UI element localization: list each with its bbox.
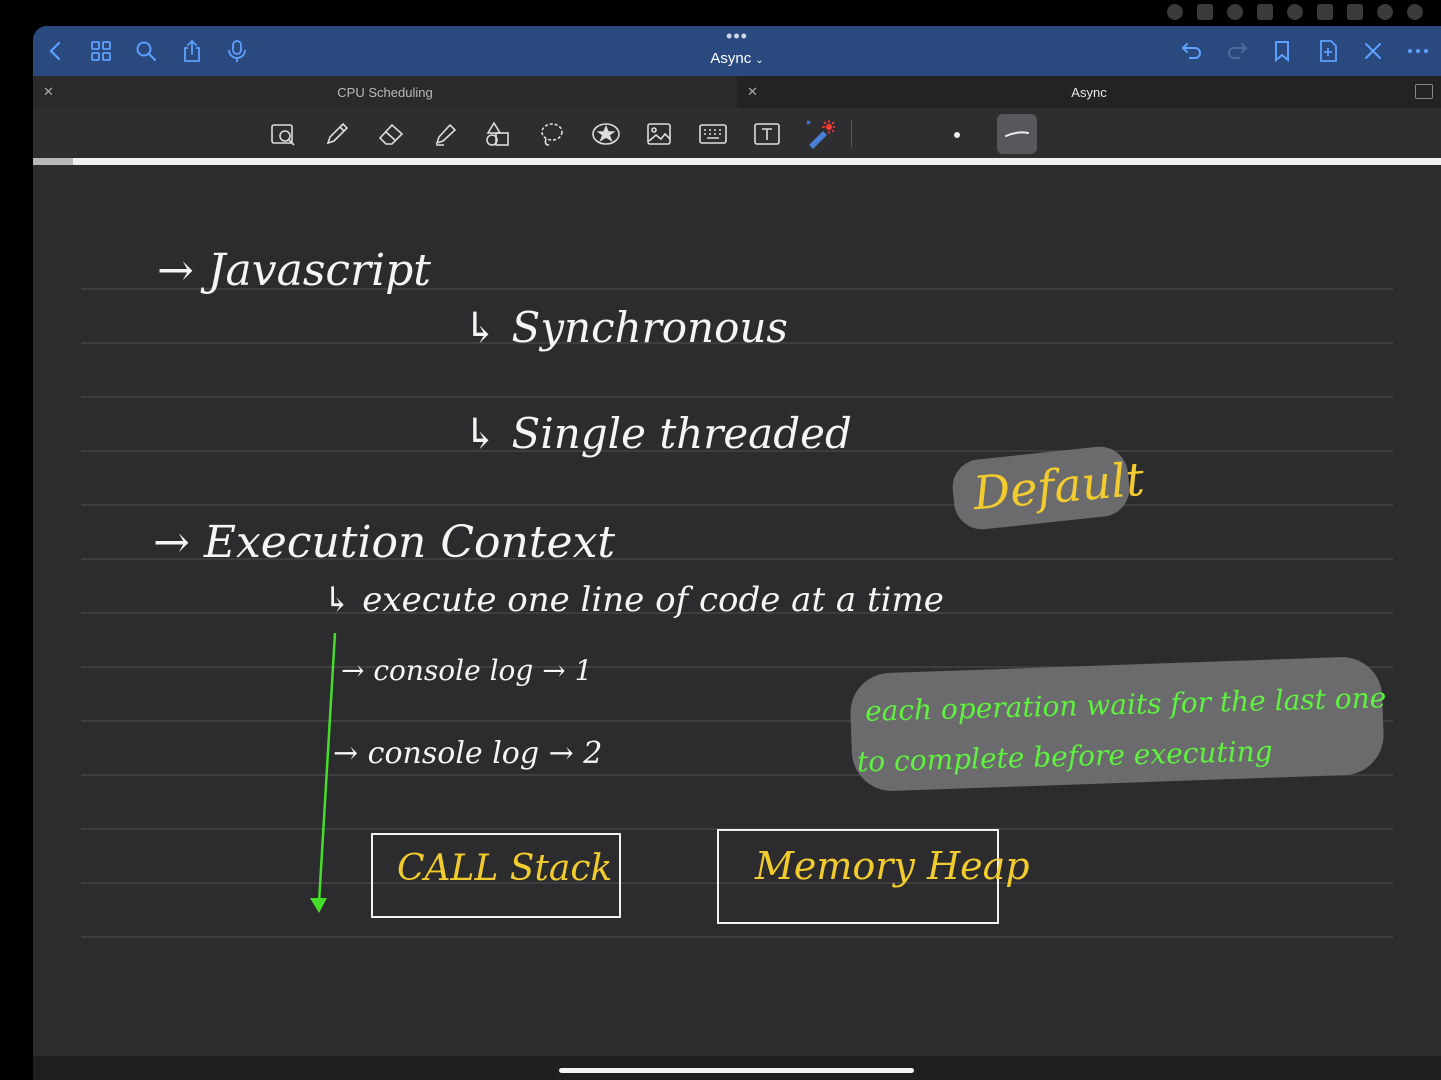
- status-icon: [1407, 4, 1423, 20]
- sticker-icon[interactable]: [591, 119, 621, 149]
- tab-close-icon[interactable]: ✕: [43, 84, 54, 100]
- tab-async[interactable]: ✕ Async: [737, 76, 1441, 108]
- pen-icon[interactable]: [322, 119, 352, 149]
- call-stack-label: CALL Stack: [397, 848, 613, 889]
- status-icon: [1227, 4, 1243, 20]
- note-default-label: Default: [970, 451, 1147, 521]
- tab-cpu-scheduling[interactable]: ✕ CPU Scheduling: [33, 76, 737, 108]
- note-line-execution-context: → Execution Context: [153, 517, 616, 568]
- note-line-execute-one-line: ↳ execute one line of code at a time: [323, 580, 944, 620]
- shapes-icon[interactable]: [483, 119, 513, 149]
- split-view-icon[interactable]: [1415, 84, 1433, 99]
- stroke-size-dot[interactable]: [954, 132, 960, 138]
- close-icon[interactable]: [1358, 36, 1388, 66]
- highlighter-icon[interactable]: [430, 119, 460, 149]
- siri-icon: [1377, 4, 1393, 20]
- stroke-style-selector[interactable]: [997, 114, 1037, 154]
- image-icon[interactable]: [644, 119, 674, 149]
- page-scroll-indicator: [33, 158, 1441, 165]
- add-page-icon[interactable]: [1313, 36, 1343, 66]
- memory-heap-label: Memory Heap: [755, 844, 1030, 888]
- memory-heap-box: Memory Heap: [717, 829, 1030, 924]
- drawing-toolbar: [33, 108, 1441, 158]
- undo-icon[interactable]: [1177, 36, 1207, 66]
- zoom-box-icon[interactable]: [268, 119, 298, 149]
- toolbar-separator: [851, 120, 852, 148]
- navigation-bar: ••• Async ⌄: [33, 26, 1441, 76]
- bottom-bar: [33, 1056, 1441, 1080]
- bookmark-icon[interactable]: [1267, 36, 1297, 66]
- control-center-icon: [1347, 4, 1363, 20]
- keyboard-icon[interactable]: [698, 119, 728, 149]
- notes-app-window: ••• Async ⌄ ✕ CPU Scheduling ✕ Async → J…: [33, 26, 1441, 1080]
- call-stack-box: CALL Stack: [371, 833, 621, 918]
- tab-label: CPU Scheduling: [337, 84, 433, 100]
- tab-label: Async: [1071, 84, 1107, 100]
- eraser-icon[interactable]: [376, 119, 406, 149]
- status-icon: [1167, 4, 1183, 20]
- wifi-icon: [1317, 4, 1333, 20]
- tab-close-icon[interactable]: ✕: [747, 84, 758, 100]
- system-status-bar: [0, 0, 1441, 26]
- note-line-single-threaded: ↳ Single threaded: [463, 409, 852, 458]
- status-icon: [1197, 4, 1213, 20]
- lasso-icon[interactable]: [537, 119, 567, 149]
- note-line-synchronous: ↳ Synchronous: [463, 303, 788, 352]
- note-page[interactable]: → Javascript ↳ Synchronous ↳ Single thre…: [33, 165, 1441, 1055]
- play-icon: [1287, 4, 1303, 20]
- camera-icon: [1257, 4, 1273, 20]
- laser-pointer-icon[interactable]: [805, 119, 835, 149]
- note-line-console-log-2: → console log → 2: [333, 736, 603, 771]
- note-line-javascript: → Javascript: [157, 245, 431, 296]
- more-icon[interactable]: [1403, 36, 1433, 66]
- text-box-icon[interactable]: [752, 119, 782, 149]
- tab-bar: ✕ CPU Scheduling ✕ Async: [33, 76, 1441, 108]
- home-indicator[interactable]: [559, 1068, 914, 1073]
- redo-icon[interactable]: [1222, 36, 1252, 66]
- note-line-console-log-1: → console log → 1: [341, 654, 593, 687]
